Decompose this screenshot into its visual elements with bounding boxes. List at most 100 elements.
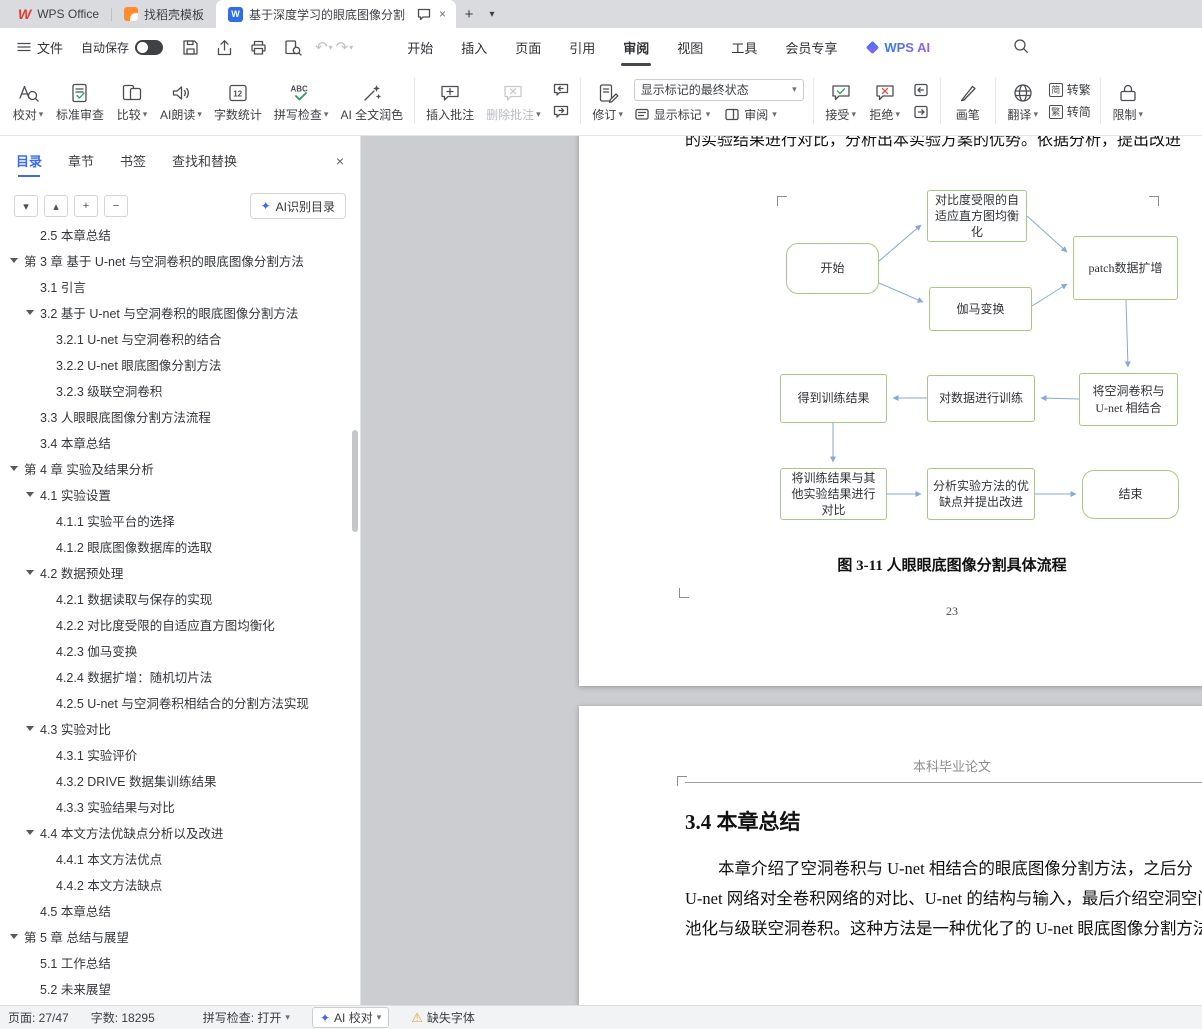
toc-expand-arrow-icon[interactable] xyxy=(26,960,40,965)
autosave-toggle[interactable] xyxy=(135,40,163,55)
toc-item[interactable]: 4.4.1 本文方法优点 xyxy=(0,845,360,871)
show-markup-button[interactable]: 显示标记▾ xyxy=(634,106,711,123)
toc-item[interactable]: 4.4 本文方法优缺点分析以及改进 xyxy=(0,819,360,845)
menu-tab[interactable]: 引用 xyxy=(555,28,609,66)
sidebar-tab[interactable]: 章节 xyxy=(68,151,94,177)
flowchart-node-start[interactable]: 开始 xyxy=(786,243,879,294)
toc-item[interactable]: 3.4 本章总结 xyxy=(0,429,360,455)
accept-revision-button[interactable]: 接受▾ xyxy=(819,77,863,125)
flowchart-node-analyze[interactable]: 分析实验方法的优缺点并提出改进 xyxy=(927,468,1035,520)
next-comment-button[interactable] xyxy=(550,103,572,121)
toc-item[interactable]: 第 4 章 实验及结果分析 xyxy=(0,455,360,481)
undo-button[interactable]: ↶▾ xyxy=(315,38,333,56)
toc-item[interactable]: 4.3.2 DRIVE 数据集训练结果 xyxy=(0,767,360,793)
missing-font-warning[interactable]: ⚠ 缺失字体 xyxy=(411,1009,475,1026)
toc-item[interactable]: 5.1 工作总结 xyxy=(0,949,360,975)
toc-expand-arrow-icon[interactable] xyxy=(42,362,56,367)
toc-expand-arrow-icon[interactable] xyxy=(10,258,24,263)
toc-expand-arrow-icon[interactable] xyxy=(42,882,56,887)
toc-expand-arrow-icon[interactable] xyxy=(26,284,40,289)
review-pane-button[interactable]: 审阅▾ xyxy=(724,106,777,123)
toc-item[interactable]: 3.2.2 U-net 眼底图像分割方法 xyxy=(0,351,360,377)
toc-item[interactable]: 3.1 引言 xyxy=(0,273,360,299)
standard-review-button[interactable]: 标准审查 xyxy=(50,77,110,125)
toc-expand-arrow-icon[interactable] xyxy=(26,414,40,419)
word-count-button[interactable]: 12 字数统计 xyxy=(208,77,268,125)
flowchart-node-gamma[interactable]: 伽马变换 xyxy=(929,287,1032,331)
close-tab-icon[interactable]: × xyxy=(437,7,448,21)
ai-read-aloud-button[interactable]: AI朗读▾ xyxy=(154,77,208,125)
previous-revision-button[interactable] xyxy=(910,81,932,99)
toc-expand-arrow-icon[interactable] xyxy=(26,726,40,731)
toc-item[interactable]: 4.2.3 伽马变换 xyxy=(0,637,360,663)
toc-item[interactable]: 2.5 本章总结 xyxy=(0,221,360,247)
print-button[interactable] xyxy=(247,36,269,58)
flowchart-node-patch[interactable]: patch数据扩增 xyxy=(1073,236,1178,300)
redo-button[interactable]: ↷▾ xyxy=(336,38,354,56)
tab-list-chevron-icon[interactable]: ▾ xyxy=(482,0,502,28)
toc-item[interactable]: 4.3 实验对比 xyxy=(0,715,360,741)
toc-item[interactable]: 3.3 人眼眼底图像分割方法流程 xyxy=(0,403,360,429)
toc-item[interactable]: 第 3 章 基于 U-net 与空洞卷积的眼底图像分割方法 xyxy=(0,247,360,273)
toc-expand-arrow-icon[interactable] xyxy=(26,492,40,497)
autosave-control[interactable]: 自动保存 xyxy=(81,39,163,56)
file-menu-button[interactable]: 文件 xyxy=(10,38,69,57)
toc-expand-arrow-icon[interactable] xyxy=(26,310,40,315)
toc-expand-arrow-icon[interactable] xyxy=(26,986,40,991)
toc-expand-arrow-icon[interactable] xyxy=(26,570,40,575)
document-page-1[interactable]: 的实验结果进行对比，分析出本实验方案的优势。依据分析，提出改进 xyxy=(579,136,1202,686)
toc-expand-arrow-icon[interactable] xyxy=(26,232,40,237)
menu-tab[interactable]: 插入 xyxy=(447,28,501,66)
ai-proofread-button[interactable]: ✦ AI 校对 ▾ xyxy=(312,1007,389,1028)
toc-expand-arrow-icon[interactable] xyxy=(42,752,56,757)
spell-check-status[interactable]: 拼写检查: 打开 ▾ xyxy=(203,1009,290,1026)
page-indicator[interactable]: 页面: 27/47 xyxy=(8,1009,69,1026)
sidebar-tab[interactable]: 书签 xyxy=(120,151,146,177)
restrict-editing-button[interactable]: 限制▾ xyxy=(1106,77,1150,125)
toc-expand-arrow-icon[interactable] xyxy=(42,778,56,783)
toc-item[interactable]: 4.1.2 眼底图像数据库的选取 xyxy=(0,533,360,559)
toc-expand-arrow-icon[interactable] xyxy=(42,388,56,393)
flowchart-node-compare[interactable]: 将训练结果与其他实验结果进行对比 xyxy=(780,468,887,520)
toc-expand-arrow-icon[interactable] xyxy=(42,674,56,679)
toc-expand-arrow-icon[interactable] xyxy=(42,648,56,653)
toc-item[interactable]: 4.2.4 数据扩增：随机切片法 xyxy=(0,663,360,689)
chevron-down-icon[interactable]: ▾ xyxy=(329,43,333,52)
delete-comment-button[interactable]: 删除批注▾ xyxy=(480,77,547,125)
expand-level-button[interactable]: ▾ xyxy=(14,195,38,217)
export-button[interactable] xyxy=(213,36,235,58)
sidebar-tab[interactable]: 查找和替换 xyxy=(172,151,237,177)
toc-item[interactable]: 5.2 未来展望 xyxy=(0,975,360,1001)
flowchart-node-end[interactable]: 结束 xyxy=(1082,470,1179,519)
menu-tab[interactable]: 开始 xyxy=(393,28,447,66)
translate-button[interactable]: 翻译▾ xyxy=(1001,77,1045,125)
flowchart-node-train[interactable]: 对数据进行训练 xyxy=(927,375,1035,422)
toc-item[interactable]: 3.2 基于 U-net 与空洞卷积的眼底图像分割方法 xyxy=(0,299,360,325)
tab-wps-office[interactable]: W WPS Office xyxy=(6,0,111,28)
collapse-level-button[interactable]: ▴ xyxy=(44,195,68,217)
toc-item[interactable]: 4.1 实验设置 xyxy=(0,481,360,507)
toc-item[interactable]: 3.2.1 U-net 与空洞卷积的结合 xyxy=(0,325,360,351)
print-preview-button[interactable] xyxy=(281,36,303,58)
toc-item[interactable]: 4.2.1 数据读取与保存的实现 xyxy=(0,585,360,611)
insert-comment-button[interactable]: 插入批注 xyxy=(420,77,480,125)
toc-item[interactable]: 4.1.1 实验平台的选择 xyxy=(0,507,360,533)
menu-tab[interactable]: 工具 xyxy=(717,28,771,66)
toc-expand-arrow-icon[interactable] xyxy=(42,596,56,601)
search-button[interactable] xyxy=(1012,37,1030,58)
to-traditional-button[interactable]: 简转繁 xyxy=(1049,81,1091,98)
markup-state-dropdown[interactable]: 显示标记的最终状态 ▾ xyxy=(634,79,804,101)
toc-expand-arrow-icon[interactable] xyxy=(42,804,56,809)
toc-item[interactable]: 4.2 数据预处理 xyxy=(0,559,360,585)
flowchart-node-result[interactable]: 得到训练结果 xyxy=(780,374,887,423)
flowchart-node-combine[interactable]: 将空洞卷积与 U-net 相结合 xyxy=(1079,373,1178,426)
close-sidebar-icon[interactable]: × xyxy=(336,153,344,175)
ai-polish-button[interactable]: AI 全文润色 xyxy=(334,77,409,125)
tab-docer-templates[interactable]: 找稻壳模板 xyxy=(112,0,216,28)
reject-revision-button[interactable]: 拒绝▾ xyxy=(863,77,907,125)
toc-expand-arrow-icon[interactable] xyxy=(26,908,40,913)
sidebar-tab[interactable]: 目录 xyxy=(16,151,42,177)
menu-tab[interactable]: 会员专享 xyxy=(771,28,851,66)
save-button[interactable] xyxy=(179,36,201,58)
new-tab-button[interactable]: + xyxy=(456,0,482,28)
